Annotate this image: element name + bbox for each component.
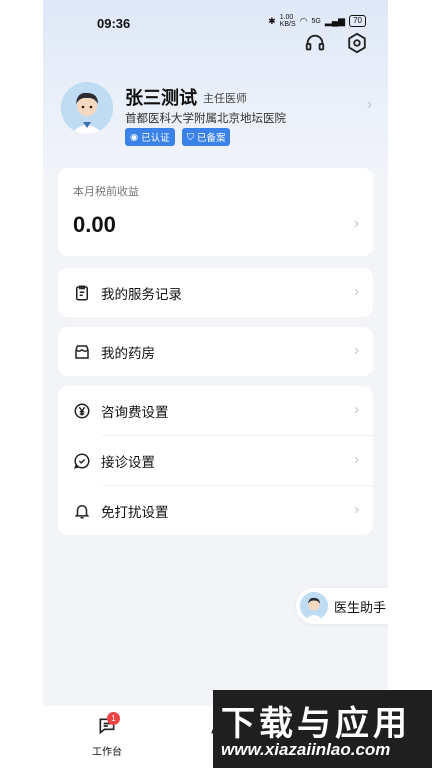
shield-icon: ⛉ <box>186 131 194 143</box>
watermark-title: 下载与应用 <box>221 704 411 744</box>
doctor-assistant-button[interactable]: 医生助手 <box>296 588 388 624</box>
certified-badge-label: 已认证 <box>141 133 170 144</box>
income-value: 0.00 <box>73 212 116 237</box>
phone-screen: 09:36 ✱ 1.00 KB/S ◠ 5G ▂▄▆ 70 张三测试 主任医师 … <box>43 0 388 768</box>
pharmacy-card: 我的药房 › <box>58 327 373 376</box>
watermark-logo: 下载与应用 www.xiazaiinlao.com <box>213 690 432 768</box>
service-records-card: 我的服务记录 › <box>58 268 373 317</box>
doctor-title: 主任医师 <box>203 93 247 105</box>
doctor-name: 张三测试 <box>125 88 197 108</box>
signal-icon: ▂▄▆ <box>324 15 346 26</box>
clipboard-icon <box>76 285 88 300</box>
income-label: 本月税前收益 <box>73 186 139 198</box>
top-actions <box>304 32 368 54</box>
menu-label: 我的服务记录 <box>101 286 182 302</box>
battery-indicator: 70 <box>349 15 366 27</box>
menu-consult-fee[interactable]: 咨询费设置 › <box>58 386 373 435</box>
settings-card: 咨询费设置 › 接诊设置 › 免打扰设置 › <box>58 386 373 535</box>
bluetooth-icon: ✱ <box>268 15 276 26</box>
headset-icon[interactable] <box>304 32 326 54</box>
status-badges: ◉ 已认证 ⛉ 已备案 <box>125 128 231 146</box>
chevron-right-icon: › <box>354 342 359 359</box>
menu-label: 接诊设置 <box>101 454 155 470</box>
menu-consult-settings[interactable]: 接诊设置 › <box>58 436 373 485</box>
chevron-right-icon: › <box>354 501 359 518</box>
bell-icon <box>74 504 90 518</box>
chevron-right-icon: › <box>354 401 359 418</box>
workbench-badge: 1 <box>107 712 120 725</box>
menu-service-records[interactable]: 我的服务记录 › <box>58 268 373 317</box>
doctor-avatar <box>61 82 113 134</box>
chevron-right-icon: › <box>354 283 359 300</box>
menu-dnd-settings[interactable]: 免打扰设置 › <box>58 486 373 535</box>
menu-label: 咨询费设置 <box>101 404 169 420</box>
status-icons: ✱ 1.00 KB/S ◠ 5G ▂▄▆ 70 <box>268 14 366 28</box>
menu-label: 我的药房 <box>101 345 155 361</box>
menu-pharmacy[interactable]: 我的药房 › <box>58 327 373 376</box>
menu-label: 免打扰设置 <box>101 504 169 520</box>
store-icon <box>75 344 89 359</box>
watermark-site: www.xiazaiinlao.com <box>221 740 391 759</box>
chevron-right-icon: › <box>366 96 372 113</box>
chat-check-icon <box>74 452 90 469</box>
wifi-icon: ◠ <box>299 15 308 26</box>
tab-workbench[interactable]: 1 工作台 <box>87 712 127 758</box>
person-icon: ◉ <box>130 131 139 143</box>
filed-badge: ⛉ 已备案 <box>181 128 231 146</box>
filed-badge-label: 已备案 <box>196 133 226 144</box>
tab-workbench-label: 工作台 <box>92 747 122 758</box>
assistant-label: 医生助手 <box>334 599 387 615</box>
signal-label: 5G <box>311 17 321 25</box>
settings-icon[interactable] <box>346 32 368 54</box>
profile-header[interactable]: 张三测试 主任医师 首都医科大学附属北京地坛医院 ◉ 已认证 ⛉ 已备案 › <box>59 80 374 150</box>
status-time: 09:36 <box>97 16 131 31</box>
chevron-right-icon: › <box>353 215 359 232</box>
net-speed: 1.00 KB/S <box>279 14 296 28</box>
doctor-hospital: 首都医科大学附属北京地坛医院 <box>125 113 286 125</box>
income-card[interactable]: 本月税前收益 0.00 › <box>58 168 373 256</box>
yuan-icon <box>74 403 90 418</box>
chevron-right-icon: › <box>354 451 359 468</box>
assistant-avatar <box>300 592 328 620</box>
certified-badge: ◉ 已认证 <box>125 128 175 146</box>
